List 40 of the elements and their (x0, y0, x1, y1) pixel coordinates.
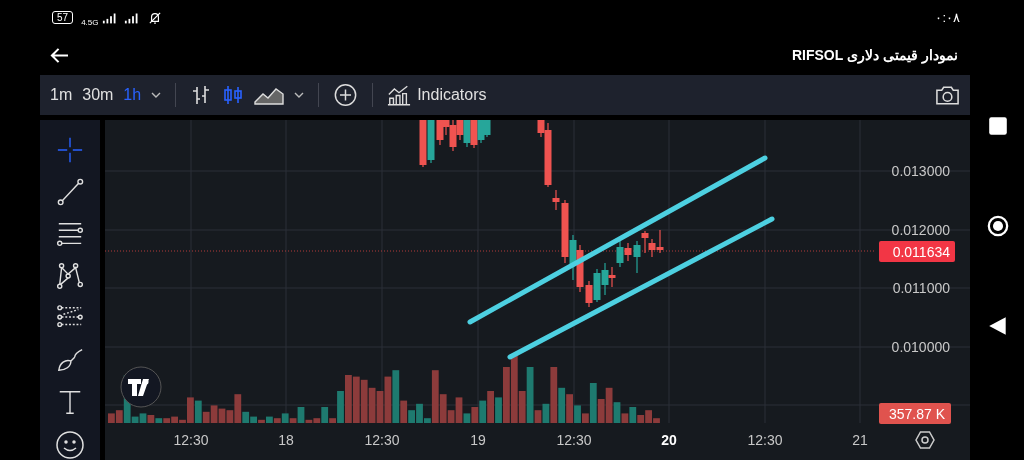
price-label: 0.013000 (891, 163, 950, 179)
volume-badge: 357.87 K (879, 403, 951, 424)
line-tool-icon[interactable] (56, 178, 84, 206)
clock-time: ۰:۰۸ (935, 10, 960, 26)
trend-line[interactable] (507, 216, 775, 360)
price-label: 0.011000 (892, 280, 950, 296)
page-title: نمودار قیمتی دلاری RIFSOL (792, 47, 958, 64)
time-label: 12:30 (173, 432, 209, 448)
network-type: 4.5G (81, 18, 99, 28)
home-circle-icon[interactable] (987, 215, 1009, 237)
time-label: 21 (852, 432, 868, 448)
price-label: 0.010000 (891, 339, 950, 355)
current-price-badge: 0.011634 (879, 241, 955, 262)
back-triangle-icon[interactable] (987, 315, 1009, 337)
settings-icon[interactable] (915, 431, 935, 449)
time-label: 20 (661, 432, 677, 448)
pattern-tool-icon[interactable] (56, 262, 84, 290)
time-label: 18 (278, 432, 294, 448)
interval-button[interactable]: 1m (50, 86, 73, 104)
parallel-tool-icon[interactable] (56, 220, 84, 248)
emoji-tool-icon[interactable] (55, 430, 85, 460)
chevron-down-icon[interactable] (151, 92, 162, 98)
chevron-down-icon[interactable] (294, 92, 305, 98)
time-label: 12:30 (556, 432, 592, 448)
indicators-button[interactable]: Indicators (387, 84, 487, 106)
add-circle-icon[interactable] (333, 83, 359, 107)
price-label: 0.012000 (891, 222, 950, 238)
indicators-icon (387, 84, 412, 106)
time-label: 12:30 (364, 432, 400, 448)
time-label: 12:30 (747, 432, 783, 448)
logo-icon (120, 366, 162, 408)
brush-tool-icon[interactable] (56, 346, 84, 374)
time-label: 19 (470, 432, 486, 448)
back-arrow-icon[interactable] (50, 46, 69, 64)
candles-chart-icon[interactable] (222, 84, 245, 106)
crosshair-tool-icon[interactable] (56, 136, 84, 164)
recents-square-icon[interactable] (987, 115, 1009, 137)
interval-button[interactable]: 30m (82, 86, 114, 104)
trend-line[interactable] (467, 155, 768, 325)
battery-indicator: 57 (52, 11, 74, 25)
